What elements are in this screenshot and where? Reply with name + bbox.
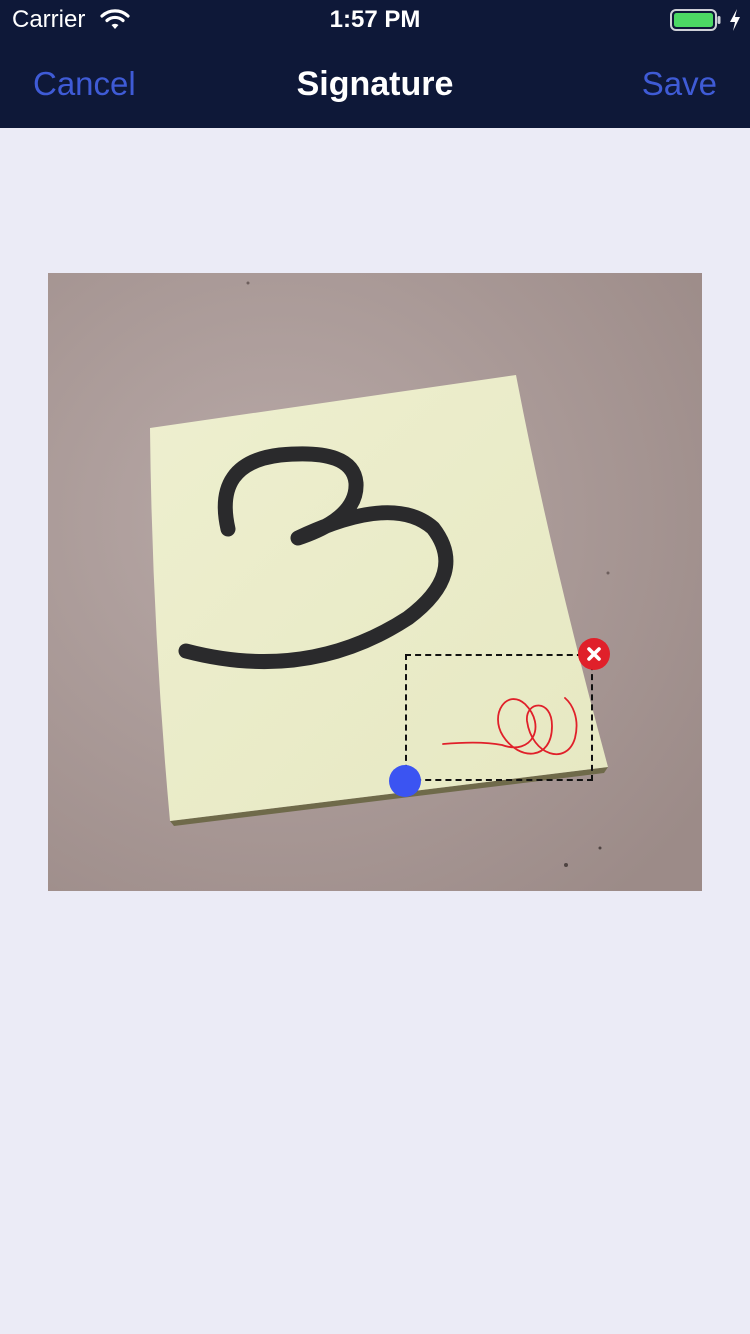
battery-icon [670,9,722,31]
page-title: Signature [296,65,454,103]
signature-strokes [442,697,578,755]
resize-handle[interactable] [389,765,421,797]
sticky-note-photo [48,273,702,891]
status-time: 1:57 PM [329,6,421,33]
charging-bolt-icon [728,8,742,32]
close-icon [587,647,601,661]
save-button[interactable]: Save [642,64,717,104]
signature-box[interactable] [405,654,593,781]
delete-signature-button[interactable] [578,638,610,670]
photo-canvas[interactable] [48,273,702,891]
header: Carrier 1:57 PM Cancel Signature Save [0,0,750,128]
status-bar: Carrier 1:57 PM [0,0,750,40]
navigation-bar: Cancel Signature Save [0,40,750,128]
